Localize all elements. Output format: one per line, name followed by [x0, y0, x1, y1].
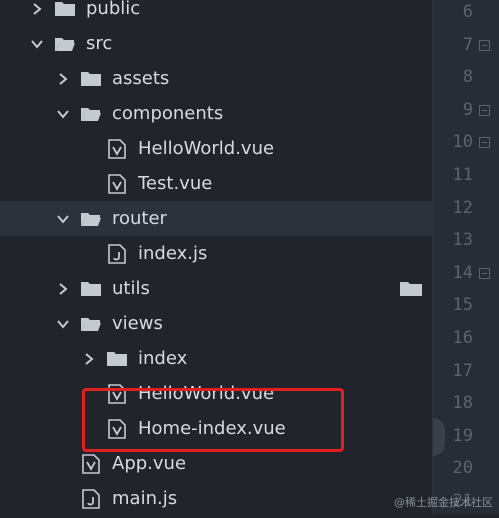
fold-icon[interactable] — [479, 39, 490, 51]
line-number: 13 — [452, 230, 473, 251]
fold-icon[interactable] — [479, 267, 490, 279]
tree-item-label: public — [86, 0, 141, 19]
js-file-icon — [106, 236, 128, 271]
line-number: 6 — [462, 2, 473, 22]
watermark: @稀土掘金技术社区 — [394, 496, 493, 509]
folder-open-icon — [54, 26, 76, 61]
tree-item-label: HelloWorld.vue — [138, 138, 275, 159]
chevron-down-icon[interactable] — [56, 306, 70, 341]
folder-open-icon — [80, 96, 102, 131]
folder-open-icon — [80, 201, 102, 236]
line-number: 10 — [452, 132, 473, 153]
tree-file-index-js[interactable]: index.js — [0, 236, 432, 271]
tree-folder-index[interactable]: index — [0, 341, 432, 376]
folder-open-icon — [80, 306, 102, 341]
chevron-right-icon[interactable] — [56, 61, 70, 96]
folder-icon — [80, 271, 102, 306]
scrollbar-thumb[interactable] — [433, 418, 445, 456]
folder-icon — [106, 341, 128, 376]
line-number: 15 — [452, 295, 473, 316]
new-folder-icon[interactable] — [398, 271, 424, 306]
line-number: 16 — [452, 328, 473, 348]
line-number: 14 — [452, 262, 473, 283]
vue-file-icon — [106, 131, 128, 166]
tree-item-label: index.js — [138, 243, 208, 264]
line-number: 17 — [452, 360, 473, 381]
tree-item-label: utils — [112, 278, 150, 299]
tree-item-label: main.js — [112, 488, 178, 509]
line-number: 7 — [462, 34, 473, 55]
tree-item-label: assets — [112, 68, 170, 89]
folder-icon — [54, 0, 76, 26]
vue-file-icon — [106, 166, 128, 201]
chevron-right-icon[interactable] — [56, 271, 70, 306]
tree-folder-views[interactable]: views — [0, 306, 432, 341]
chevron-down-icon[interactable] — [56, 201, 70, 236]
tree-folder-utils[interactable]: utils — [0, 271, 432, 306]
line-number: 20 — [452, 458, 473, 479]
folder-icon — [80, 61, 102, 96]
tree-folder-router[interactable]: router — [0, 201, 432, 236]
tree-item-label: index — [138, 348, 188, 369]
chevron-down-icon[interactable] — [56, 96, 70, 131]
tree-item-label: Test.vue — [138, 173, 213, 194]
chevron-right-icon[interactable] — [82, 341, 96, 376]
tree-item-label: src — [86, 33, 113, 54]
line-number: 12 — [452, 197, 473, 218]
fold-icon[interactable] — [479, 104, 490, 116]
tree-item-label: views — [112, 313, 163, 334]
tree-file-main-js[interactable]: main.js — [0, 481, 432, 516]
annotation-highlight-box — [82, 388, 344, 452]
tree-folder-assets[interactable]: assets — [0, 61, 432, 96]
tree-file-test-vue[interactable]: Test.vue — [0, 166, 432, 201]
tree-folder-public[interactable]: public — [0, 0, 432, 26]
js-file-icon — [80, 481, 102, 516]
line-number: 18 — [452, 393, 473, 414]
tree-item-label: router — [112, 208, 167, 229]
tree-folder-src[interactable]: src — [0, 26, 432, 61]
fold-icon[interactable] — [479, 137, 490, 149]
line-number: 11 — [452, 165, 473, 185]
tree-file-helloworld-vue[interactable]: HelloWorld.vue — [0, 131, 432, 166]
chevron-down-icon[interactable] — [30, 26, 44, 61]
tree-item-label: components — [112, 103, 224, 124]
chevron-right-icon[interactable] — [30, 0, 44, 26]
line-number: 8 — [462, 67, 473, 88]
tree-folder-components[interactable]: components — [0, 96, 432, 131]
line-number: 9 — [462, 99, 473, 120]
